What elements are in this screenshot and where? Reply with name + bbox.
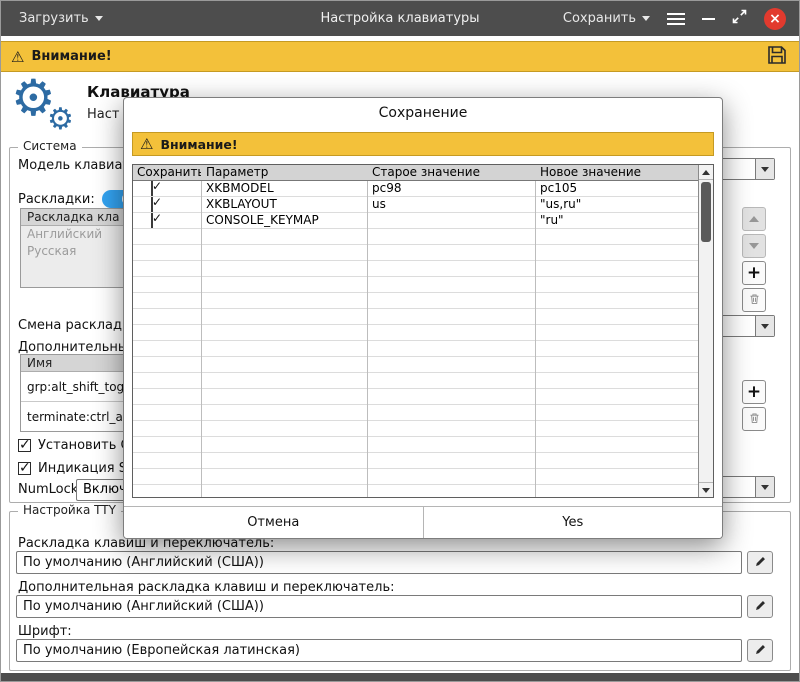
tty-font-input[interactable] [16, 639, 742, 662]
dialog-warning-text: Внимание! [160, 137, 237, 152]
layout-switch-label: Смена раскладки [18, 318, 138, 333]
edit-tty-layout-button[interactable] [747, 551, 773, 574]
chevron-down-icon [642, 16, 650, 21]
main-warning-bar: Внимание! [1, 41, 799, 72]
column-header: Сохранить [133, 165, 201, 180]
changes-table-header: Сохранить Параметр Старое значение Новое… [133, 165, 698, 181]
arrow-down-icon [749, 243, 759, 249]
dialog-footer: Отмена Yes [124, 506, 722, 538]
tty-font-label: Шрифт: [18, 624, 72, 639]
gear-icon [47, 105, 74, 135]
arrow-up-icon [749, 216, 759, 222]
window-bottom-edge [1, 673, 799, 681]
column-header: Новое значение [535, 165, 698, 180]
combobox-arrow-button[interactable] [755, 159, 774, 179]
edit-tty-font-button[interactable] [747, 639, 773, 662]
hamburger-menu-icon[interactable] [667, 18, 685, 20]
chevron-down-icon [761, 485, 769, 490]
tty-extra-layout-label: Дополнительная раскладка клавиш и перекл… [18, 580, 394, 595]
titlebar-actions: Сохранить [563, 8, 786, 30]
plus-icon [747, 265, 761, 282]
checkbox[interactable] [151, 213, 153, 228]
warning-icon [11, 48, 31, 66]
chevron-down-icon [95, 16, 103, 21]
app-window: Загрузить Настройка клавиатуры Сохранить… [0, 0, 800, 682]
save-disk-icon[interactable] [765, 43, 789, 71]
move-down-button[interactable] [742, 234, 766, 258]
param-cell: XKBMODEL [201, 181, 367, 197]
scrollbar-thumb[interactable] [701, 182, 711, 242]
checkbox[interactable] [18, 439, 31, 452]
scroll-up-button[interactable] [699, 165, 713, 180]
param-cell: CONSOLE_KEYMAP [201, 213, 367, 229]
vertical-scrollbar[interactable] [698, 165, 713, 497]
chevron-down-icon [761, 167, 769, 172]
combobox-arrow-button[interactable] [755, 477, 774, 497]
dialog-warning-bar: Внимание! [132, 132, 714, 156]
combobox-arrow-button[interactable] [755, 316, 774, 336]
column-header: Старое значение [367, 165, 535, 180]
tty-group-legend: Настройка TTY [18, 503, 121, 517]
minimize-icon[interactable] [702, 18, 715, 20]
new-value-cell: pc105 [535, 181, 698, 197]
save-menu-button[interactable]: Сохранить [563, 11, 650, 26]
old-value-cell: pc98 [367, 181, 535, 197]
arrow-up-icon [702, 170, 710, 175]
new-value-cell: "us,ru" [535, 197, 698, 213]
pencil-icon [754, 553, 767, 572]
expand-icon[interactable] [732, 9, 747, 28]
column-header: Параметр [201, 165, 367, 180]
changes-table: Сохранить Параметр Старое значение Новое… [132, 164, 714, 498]
tty-layout-input[interactable] [16, 551, 742, 574]
cancel-button[interactable]: Отмена [124, 507, 423, 538]
keyboard-model-label: Модель клавиату [18, 158, 138, 173]
pencil-icon [754, 597, 767, 616]
scroll-down-button[interactable] [699, 482, 713, 497]
plus-icon [747, 384, 761, 401]
add-layout-button[interactable] [742, 261, 766, 285]
table-row[interactable]: XKBMODEL pc98 pc105 [133, 181, 698, 197]
checkbox[interactable] [151, 181, 153, 196]
page-subtitle: Наст [87, 107, 119, 122]
chevron-down-icon [761, 324, 769, 329]
delete-layout-button[interactable] [742, 288, 766, 312]
arrow-down-icon [702, 488, 710, 493]
titlebar: Загрузить Настройка клавиатуры Сохранить [1, 1, 799, 36]
extra-options-label: Дополнительные [18, 340, 136, 355]
numlock-label: NumLock: [18, 482, 83, 497]
layouts-label: Раскладки: [18, 192, 95, 207]
trash-icon [748, 291, 761, 310]
warning-icon [140, 135, 160, 153]
add-option-button[interactable] [742, 380, 766, 404]
table-row[interactable]: CONSOLE_KEYMAP "ru" [133, 213, 698, 229]
table-row[interactable]: XKBLAYOUT us "us,ru" [133, 197, 698, 213]
delete-option-button[interactable] [742, 407, 766, 431]
new-value-cell: "ru" [535, 213, 698, 229]
checkbox[interactable] [151, 197, 153, 212]
param-cell: XKBLAYOUT [201, 197, 367, 213]
close-icon[interactable] [764, 8, 786, 30]
main-warning-text: Внимание! [31, 49, 111, 64]
old-value-cell: us [367, 197, 535, 213]
save-menu-label: Сохранить [563, 11, 636, 26]
checkbox[interactable] [18, 462, 31, 475]
system-group-legend: Система [18, 139, 82, 153]
pencil-icon [754, 641, 767, 660]
checkbox-row[interactable]: Установить Со [18, 438, 138, 453]
save-dialog: Сохранение Внимание! Сохранить Параметр … [123, 97, 723, 539]
yes-button[interactable]: Yes [423, 507, 723, 538]
move-up-button[interactable] [742, 207, 766, 231]
dialog-title: Сохранение [124, 105, 722, 121]
window-title: Настройка клавиатуры [320, 11, 479, 26]
load-menu-button[interactable]: Загрузить [19, 11, 103, 26]
trash-icon [748, 410, 761, 429]
load-menu-label: Загрузить [19, 11, 89, 26]
edit-tty-extra-layout-button[interactable] [747, 595, 773, 618]
checkbox-row[interactable]: Индикация Scr [18, 461, 139, 476]
old-value-cell [367, 213, 535, 229]
tty-extra-layout-input[interactable] [16, 595, 742, 618]
